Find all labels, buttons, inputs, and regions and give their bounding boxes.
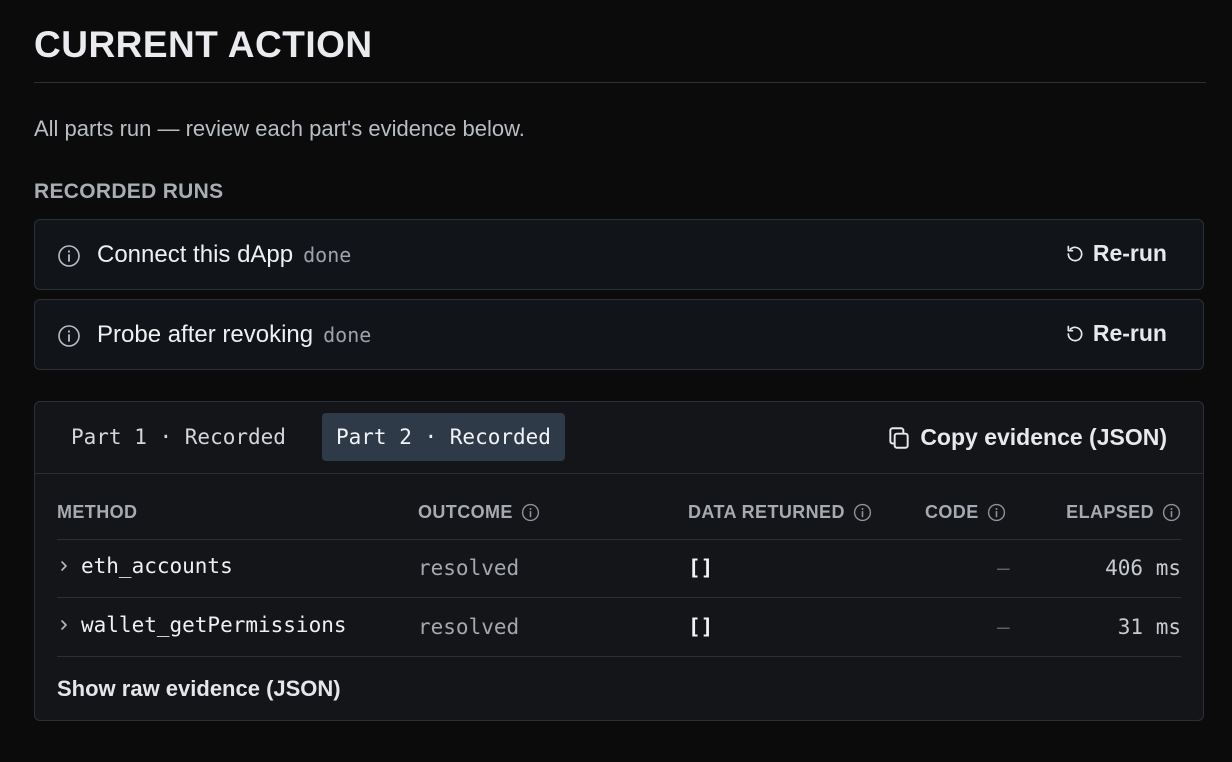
info-icon[interactable] [1162, 503, 1181, 522]
info-icon [58, 325, 80, 347]
tab-part-1[interactable]: Part 1 · Recorded [57, 413, 300, 461]
table-cell-data-returned: [] [688, 615, 714, 639]
table-cell-data-returned: [] [688, 556, 714, 580]
rerun-button[interactable]: Re-run [1065, 240, 1167, 267]
column-header-outcome: OUTCOME [418, 502, 540, 523]
tab-part-2[interactable]: Part 2 · Recorded [322, 413, 565, 461]
method-name: eth_accounts [81, 554, 233, 578]
title-divider [34, 82, 1206, 83]
table-divider [57, 597, 1181, 598]
rerun-icon [1067, 245, 1083, 261]
column-header-label: DATA RETURNED [688, 502, 845, 522]
evidence-panel: Part 1 · Recorded Part 2 · Recorded Copy… [34, 401, 1204, 721]
column-header-label: METHOD [57, 502, 138, 522]
recorded-run-item: Connect this dApp done Re-run [34, 219, 1204, 290]
status-message: All parts run — review each part's evide… [34, 116, 525, 141]
table-divider [57, 539, 1181, 540]
table-cell-outcome: resolved [418, 615, 520, 639]
run-state: done [303, 243, 352, 267]
rerun-button[interactable]: Re-run [1065, 320, 1167, 347]
copy-evidence-label: Copy evidence (JSON) [920, 424, 1167, 450]
run-name-label: Probe after revoking [97, 321, 314, 348]
run-name-label: Connect this dApp [97, 241, 294, 268]
recorded-runs-label: RECORDED RUNS [34, 180, 224, 203]
info-icon [58, 245, 80, 267]
rerun-label: Re-run [1092, 240, 1167, 266]
info-icon[interactable] [853, 503, 872, 522]
column-header-data-returned: DATA RETURNED [688, 502, 872, 523]
info-icon[interactable] [521, 503, 540, 522]
table-cell-elapsed: 31 ms [1117, 615, 1181, 639]
show-raw-evidence-link[interactable]: Show raw evidence (JSON) [57, 676, 341, 702]
table-cell-code: — [997, 556, 1010, 580]
rerun-label: Re-run [1092, 320, 1167, 346]
table-cell-elapsed: 406 ms [1105, 556, 1181, 580]
info-icon[interactable] [987, 503, 1006, 522]
run-name: Probe after revoking done [97, 321, 371, 349]
table-divider [57, 656, 1181, 657]
column-header-method: METHOD [57, 502, 137, 523]
method-name: wallet_getPermissions [81, 613, 347, 637]
evidence-tab-bar: Part 1 · Recorded Part 2 · Recorded Copy… [35, 402, 1203, 474]
copy-icon [889, 426, 909, 449]
page-title: CURRENT ACTION [34, 24, 373, 65]
column-header-label: ELAPSED [1066, 502, 1154, 522]
rerun-icon [1067, 325, 1083, 341]
table-row-method[interactable]: eth_accounts [57, 554, 233, 578]
copy-evidence-button[interactable]: Copy evidence (JSON) [886, 424, 1167, 451]
column-header-code: CODE [925, 502, 1006, 523]
chevron-right-icon [61, 620, 67, 630]
table-row-method[interactable]: wallet_getPermissions [57, 613, 347, 637]
chevron-right-icon [61, 561, 67, 571]
column-header-elapsed: ELAPSED [1066, 502, 1181, 523]
table-cell-code: — [997, 615, 1010, 639]
run-state: done [323, 323, 372, 347]
recorded-run-item: Probe after revoking done Re-run [34, 299, 1204, 370]
column-header-label: OUTCOME [418, 502, 513, 522]
column-header-label: CODE [925, 502, 979, 522]
table-cell-outcome: resolved [418, 556, 520, 580]
current-action-panel: CURRENT ACTION All parts run — review ea… [0, 0, 1232, 762]
run-name: Connect this dApp done [97, 241, 351, 269]
